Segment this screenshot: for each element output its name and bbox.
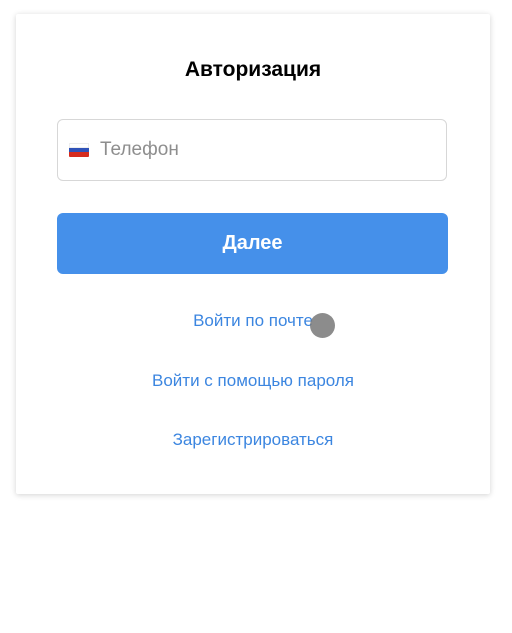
page-title: Авторизация	[184, 58, 322, 81]
login-with-password-link[interactable]: Войти с помощью пароля	[16, 371, 490, 391]
russia-flag-icon	[69, 143, 89, 157]
login-by-email-link[interactable]: Войти по почте	[16, 311, 490, 331]
touch-cursor-indicator	[310, 313, 335, 338]
phone-field[interactable]	[57, 119, 447, 181]
phone-input[interactable]	[100, 139, 420, 161]
register-link[interactable]: Зарегистрироваться	[16, 430, 490, 450]
auth-card: Авторизация Далее Войти по почте Войти с…	[16, 14, 490, 494]
next-button[interactable]: Далее	[57, 213, 448, 274]
